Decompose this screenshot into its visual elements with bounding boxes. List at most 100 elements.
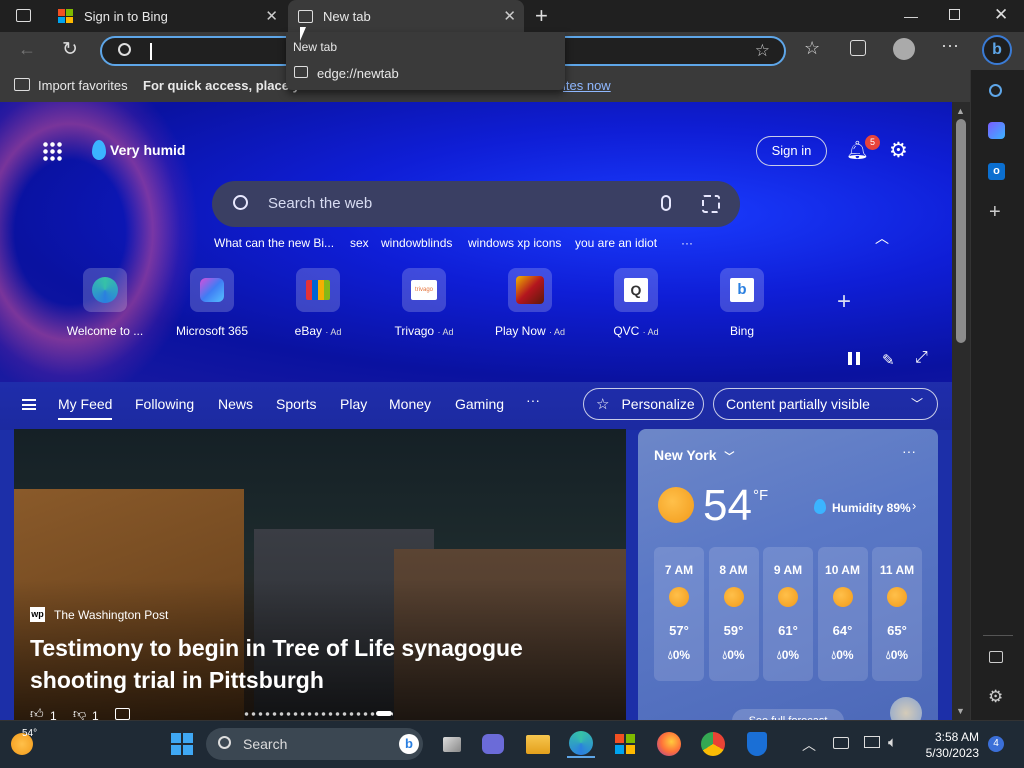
quick-link-play-now[interactable]: Play Now · Ad bbox=[485, 268, 575, 338]
tab-money[interactable]: Money bbox=[389, 396, 431, 412]
task-view-icon[interactable] bbox=[438, 730, 466, 758]
profile-avatar[interactable] bbox=[893, 38, 915, 60]
news-headline[interactable]: Testimony to begin in Tree of Life synag… bbox=[30, 632, 590, 696]
import-favorites-link[interactable]: Import favorites bbox=[38, 78, 128, 93]
scroll-up-arrow[interactable]: ▲ bbox=[956, 106, 965, 116]
trending-suggestion[interactable]: you are an idiot bbox=[575, 236, 657, 250]
web-search-box[interactable]: Search the web bbox=[212, 181, 740, 227]
chrome-icon[interactable] bbox=[699, 730, 727, 758]
outlook-icon[interactable]: o bbox=[988, 163, 1005, 180]
tab-following[interactable]: Following bbox=[135, 396, 194, 412]
tab-sports[interactable]: Sports bbox=[276, 396, 316, 412]
like-icon[interactable]: 👍︎ bbox=[30, 706, 44, 720]
weather-city[interactable]: New York ﹀ bbox=[654, 447, 734, 463]
show-hidden-icons[interactable]: ︿ bbox=[802, 735, 816, 755]
fullscreen-icon[interactable]: ⤢ bbox=[915, 349, 928, 367]
file-explorer-icon[interactable] bbox=[524, 730, 552, 758]
back-button[interactable]: ← bbox=[18, 39, 36, 60]
weather-avatar-icon[interactable] bbox=[890, 697, 922, 720]
collections-icon[interactable] bbox=[850, 40, 866, 56]
new-tab-button[interactable]: + bbox=[535, 3, 548, 29]
weather-card[interactable]: New York ﹀ ··· 54 °F Humidity 89% › 7 AM… bbox=[638, 429, 938, 720]
chat-icon[interactable] bbox=[479, 730, 507, 758]
volume-icon[interactable]: 🔈︎ bbox=[888, 734, 897, 751]
taskbar-search[interactable]: Search b bbox=[206, 728, 423, 760]
start-button[interactable] bbox=[168, 730, 196, 758]
trending-suggestion[interactable]: What can the new Bi... bbox=[214, 236, 334, 250]
weather-more-icon[interactable]: ··· bbox=[902, 443, 916, 459]
add-quick-link-button[interactable]: + bbox=[837, 288, 851, 316]
carousel-dots[interactable] bbox=[243, 712, 393, 716]
hourly-forecast[interactable]: 8 AM 59° 💧︎0% bbox=[708, 547, 759, 681]
content-visibility-select[interactable]: Content partially visible ﹀ bbox=[713, 388, 938, 420]
bing-copilot-button[interactable]: b bbox=[982, 35, 1012, 65]
close-tab-icon[interactable]: ✕ bbox=[265, 7, 278, 25]
pause-background-icon[interactable] bbox=[848, 352, 860, 365]
firefox-icon[interactable] bbox=[655, 730, 683, 758]
tab-sign-in-bing[interactable]: Sign in to Bing ✕ bbox=[48, 0, 286, 32]
quick-link-qvc[interactable]: Q QVC · Ad bbox=[591, 268, 681, 338]
comment-icon[interactable] bbox=[115, 708, 130, 720]
trending-suggestion[interactable]: sex bbox=[350, 236, 369, 250]
add-favorite-icon[interactable]: ☆ bbox=[755, 41, 770, 61]
feed-menu-icon[interactable] bbox=[22, 399, 36, 410]
hourly-forecast[interactable]: 9 AM 61° 💧︎0% bbox=[763, 547, 813, 681]
tab-gaming[interactable]: Gaming bbox=[455, 396, 504, 412]
quick-link-welcome[interactable]: Welcome to ... bbox=[60, 268, 150, 338]
edge-browser-icon[interactable] bbox=[567, 730, 595, 758]
settings-icon[interactable]: ⚙ bbox=[988, 687, 1003, 707]
quick-link-ebay[interactable]: eBay · Ad bbox=[273, 268, 363, 338]
full-forecast-button[interactable]: See full forecast bbox=[732, 709, 844, 720]
minimize-button[interactable]: — bbox=[904, 8, 918, 24]
chevron-right-icon[interactable]: › bbox=[912, 498, 916, 513]
add-sidebar-icon[interactable]: + bbox=[989, 201, 1001, 224]
tab-my-feed[interactable]: My Feed bbox=[58, 396, 113, 420]
favorites-icon[interactable]: ☆ bbox=[804, 38, 820, 59]
more-suggestions[interactable]: ··· bbox=[681, 236, 693, 250]
quick-link-microsoft-365[interactable]: Microsoft 365 bbox=[167, 268, 257, 338]
quick-link-trivago[interactable]: trivago Trivago · Ad bbox=[379, 268, 469, 338]
defender-shield-icon[interactable] bbox=[743, 730, 771, 758]
more-menu-icon[interactable]: ··· bbox=[941, 35, 959, 56]
sign-in-button[interactable]: Sign in bbox=[756, 136, 827, 166]
close-tab-icon[interactable]: ✕ bbox=[503, 7, 516, 25]
hourly-forecast[interactable]: 10 AM 64° 💧︎0% bbox=[817, 547, 868, 681]
hourly-forecast[interactable]: 7 AM 57° 💧︎0% bbox=[654, 547, 704, 681]
app-launcher-icon[interactable] bbox=[42, 141, 62, 161]
display-icon[interactable] bbox=[864, 736, 880, 748]
visual-search-icon[interactable] bbox=[702, 195, 720, 213]
clock-time[interactable]: 3:58 AM bbox=[930, 730, 979, 744]
tab-actions-icon[interactable] bbox=[16, 9, 31, 22]
hourly-forecast[interactable]: 11 AM 65° 💧︎0% bbox=[872, 547, 922, 681]
refresh-button[interactable]: ↻ bbox=[62, 38, 78, 61]
restore-button[interactable] bbox=[949, 9, 960, 20]
clock-date[interactable]: 5/30/2023 bbox=[919, 746, 979, 760]
page-settings-icon[interactable]: ⚙ bbox=[889, 138, 908, 163]
collapse-chevron-icon[interactable]: ︿ bbox=[875, 228, 889, 248]
publisher-name[interactable]: The Washington Post bbox=[54, 608, 168, 622]
weather-condition[interactable]: Very humid bbox=[110, 142, 185, 158]
quick-link-bing[interactable]: b Bing bbox=[697, 268, 787, 338]
favorites-hint-link[interactable]: ites now bbox=[563, 78, 611, 93]
copilot-icon[interactable] bbox=[988, 122, 1005, 139]
dislike-icon[interactable]: 👎︎ bbox=[73, 706, 86, 720]
dropdown-suggestion[interactable]: edge://newtab bbox=[286, 62, 565, 86]
tab-new-tab[interactable]: New tab ✕ bbox=[288, 0, 524, 32]
trending-suggestion[interactable]: windowblinds bbox=[381, 236, 452, 250]
tab-more[interactable]: ··· bbox=[526, 392, 540, 408]
network-icon[interactable] bbox=[833, 737, 849, 749]
humidity-readout[interactable]: Humidity 89% bbox=[832, 501, 911, 515]
scroll-thumb[interactable] bbox=[956, 119, 966, 343]
news-card[interactable]: wp The Washington Post Testimony to begi… bbox=[14, 429, 626, 720]
page-scrollbar[interactable]: ▲ ▼ bbox=[952, 102, 970, 720]
microsoft-store-icon[interactable] bbox=[611, 730, 639, 758]
trending-suggestion[interactable]: windows xp icons bbox=[468, 236, 561, 250]
edit-background-icon[interactable]: ✎ bbox=[882, 351, 895, 369]
scroll-down-arrow[interactable]: ▼ bbox=[956, 706, 965, 716]
split-screen-icon[interactable] bbox=[989, 651, 1003, 663]
close-window-button[interactable]: ✕ bbox=[994, 5, 1008, 25]
notification-center-badge[interactable]: 4 bbox=[988, 736, 1004, 752]
microphone-icon[interactable] bbox=[661, 195, 671, 211]
personalize-button[interactable]: ☆ Personalize bbox=[583, 388, 704, 420]
search-icon[interactable] bbox=[989, 84, 1002, 97]
